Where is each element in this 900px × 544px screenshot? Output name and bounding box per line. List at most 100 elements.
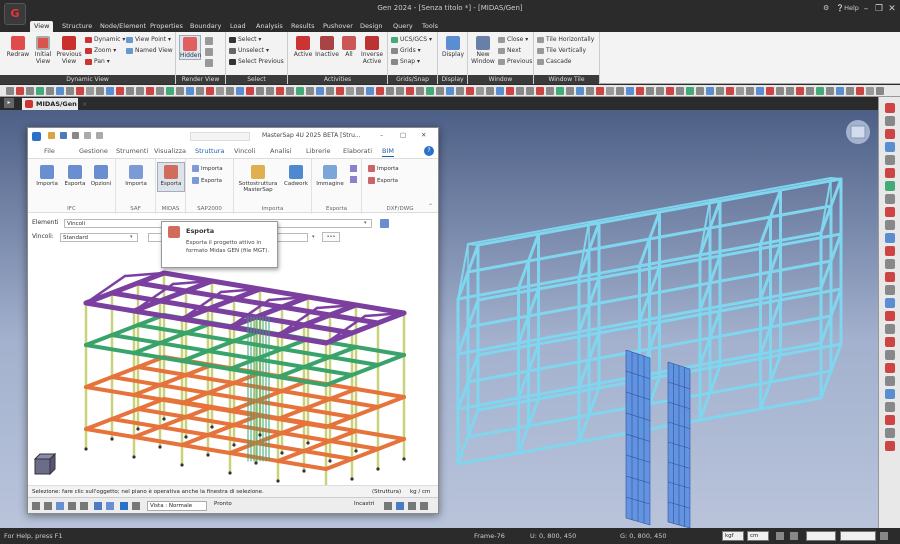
toolbar-tool-icon[interactable] xyxy=(26,87,34,95)
toolbar-tool-icon[interactable] xyxy=(136,87,144,95)
side-tool-icon[interactable] xyxy=(885,220,895,230)
settings-icon[interactable]: ⚙ xyxy=(823,4,829,12)
open-icon[interactable] xyxy=(48,132,55,139)
side-tool-icon[interactable] xyxy=(885,259,895,269)
axis-cube-icon[interactable] xyxy=(33,452,57,476)
tab-view[interactable]: View xyxy=(30,21,54,32)
tab-list-icon[interactable]: ▸ xyxy=(4,98,14,108)
support-node[interactable] xyxy=(302,469,306,473)
undo-icon[interactable] xyxy=(84,132,91,139)
toolbar-tool-icon[interactable] xyxy=(406,87,414,95)
toolbar-tool-icon[interactable] xyxy=(506,87,514,95)
toolbar-tool-icon[interactable] xyxy=(526,87,534,95)
side-tool-icon[interactable] xyxy=(885,428,895,438)
toolbar-tool-icon[interactable] xyxy=(416,87,424,95)
toolbar-tool-icon[interactable] xyxy=(576,87,584,95)
unselect-button[interactable]: Unselect ▾ xyxy=(229,47,269,55)
toolbar-tool-icon[interactable] xyxy=(566,87,574,95)
support-node[interactable] xyxy=(328,459,332,463)
properties-icon[interactable] xyxy=(380,219,389,228)
toolbar-tool-icon[interactable] xyxy=(546,87,554,95)
support-node[interactable] xyxy=(402,457,406,461)
menu-bim[interactable]: BIM xyxy=(382,147,394,157)
support-node[interactable] xyxy=(158,445,162,449)
side-tool-icon[interactable] xyxy=(885,142,895,152)
toolbar-tool-icon[interactable] xyxy=(676,87,684,95)
toolbar-tool-icon[interactable] xyxy=(386,87,394,95)
snap-button[interactable]: Snap ▾ xyxy=(391,58,420,66)
side-tool-icon[interactable] xyxy=(885,363,895,373)
active-button[interactable]: Active xyxy=(292,36,314,58)
toolbar-tool-icon[interactable] xyxy=(366,87,374,95)
cadwork-button[interactable]: Cadwork xyxy=(282,165,310,187)
toolbar-tool-icon[interactable] xyxy=(846,87,854,95)
toolbar-tool-icon[interactable] xyxy=(146,87,154,95)
tab-boundary[interactable]: Boundary xyxy=(186,21,225,32)
side-tool-icon[interactable] xyxy=(885,402,895,412)
ifc-opzioni-button[interactable]: Opzioni xyxy=(88,165,114,187)
tab-midas-gen[interactable]: MIDAS/Gen × xyxy=(22,98,87,110)
menu-vincoli[interactable]: Vincoli xyxy=(234,147,255,155)
support-node[interactable] xyxy=(350,477,354,481)
side-tool-icon[interactable] xyxy=(885,441,895,451)
select-button[interactable]: Select ▾ xyxy=(229,36,261,44)
side-tool-icon[interactable] xyxy=(885,116,895,126)
toolbar-tool-icon[interactable] xyxy=(326,87,334,95)
midas-esporta-button[interactable]: Esporta xyxy=(157,162,185,192)
minimize-icon[interactable]: – xyxy=(380,131,383,139)
support-node[interactable] xyxy=(84,447,88,451)
previous-view-button[interactable]: Previous View xyxy=(56,36,82,65)
menu-file[interactable]: File xyxy=(44,147,55,155)
mastersap-logo-icon[interactable] xyxy=(32,132,41,141)
sottostruttura-button[interactable]: Sottostruttura MasterSap xyxy=(236,165,280,193)
toolbar-tool-icon[interactable] xyxy=(686,87,694,95)
dynamic-button[interactable]: Dynamic ▾ xyxy=(85,36,125,44)
tab-query[interactable]: Query xyxy=(389,21,417,32)
app-logo-icon[interactable]: G xyxy=(4,3,26,25)
support-node[interactable] xyxy=(354,449,358,453)
toolbar-tool-icon[interactable] xyxy=(536,87,544,95)
layer-icon[interactable] xyxy=(32,502,40,510)
toolbar-tool-icon[interactable] xyxy=(76,87,84,95)
next-window-button[interactable]: Next xyxy=(498,47,521,55)
toolbar-tool-icon[interactable] xyxy=(296,87,304,95)
plan-view-icon[interactable] xyxy=(120,502,128,510)
shading-icon[interactable] xyxy=(205,48,213,56)
support-node[interactable] xyxy=(180,463,184,467)
display-button[interactable]: Display xyxy=(441,36,465,58)
frame-member[interactable] xyxy=(467,177,832,245)
tab-properties[interactable]: Properties xyxy=(146,21,187,32)
perspective-icon[interactable] xyxy=(205,59,213,67)
filter-icon[interactable] xyxy=(106,502,114,510)
menu-elaborati[interactable]: Elaborati xyxy=(343,147,372,155)
toolbar-tool-icon[interactable] xyxy=(596,87,604,95)
force-unit-select[interactable]: kgf xyxy=(722,531,744,541)
maximize-icon[interactable]: □ xyxy=(400,131,406,139)
toolbar-tool-icon[interactable] xyxy=(126,87,134,95)
toolbar-tool-icon[interactable] xyxy=(726,87,734,95)
support-node[interactable] xyxy=(232,443,236,447)
cascade-button[interactable]: Cascade xyxy=(537,58,571,66)
new-window-button[interactable]: New Window xyxy=(470,36,496,65)
ifc-importa-button[interactable]: Importa xyxy=(34,165,60,187)
toolbar-tool-icon[interactable] xyxy=(266,87,274,95)
side-tool-icon[interactable] xyxy=(885,207,895,217)
side-tool-icon[interactable] xyxy=(885,311,895,321)
more-button[interactable]: ••• xyxy=(322,232,340,242)
mastersap-3d-view[interactable] xyxy=(28,245,438,485)
help-icon[interactable]: ? xyxy=(424,146,434,156)
shear-wall-left[interactable] xyxy=(625,349,651,526)
grids-button[interactable]: Grids ▾ xyxy=(391,47,421,55)
support-node[interactable] xyxy=(136,427,140,431)
close-icon[interactable]: ✕ xyxy=(421,131,426,139)
view-select[interactable] xyxy=(840,531,876,541)
tab-results[interactable]: Results xyxy=(287,21,318,32)
toolbar-tool-icon[interactable] xyxy=(716,87,724,95)
toolbar-tool-icon[interactable] xyxy=(556,87,564,95)
toolbar-tool-icon[interactable] xyxy=(156,87,164,95)
unit-settings-icon[interactable] xyxy=(776,532,784,540)
toolbar-tool-icon[interactable] xyxy=(116,87,124,95)
toolbar-tool-icon[interactable] xyxy=(186,87,194,95)
export-small-icon[interactable] xyxy=(350,165,357,172)
support-node[interactable] xyxy=(228,471,232,475)
